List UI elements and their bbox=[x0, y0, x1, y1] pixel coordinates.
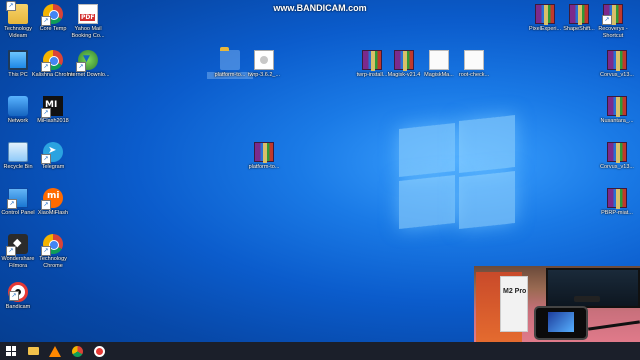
winrar-archive-icon bbox=[569, 4, 589, 25]
desktop-icon-label: root-check... bbox=[458, 72, 490, 78]
taskbar bbox=[0, 342, 640, 360]
core-temp-icon bbox=[41, 4, 63, 26]
network-icon bbox=[8, 96, 28, 116]
desktop-icon[interactable]: twrp-3.6.2_... bbox=[241, 50, 287, 79]
desktop-icon[interactable]: Corvus_v13... bbox=[594, 142, 640, 171]
desktop-icon[interactable]: XiaoMiFlash bbox=[30, 188, 76, 217]
winrar-archive-icon bbox=[607, 96, 627, 117]
monitor bbox=[546, 268, 640, 308]
pdf-icon bbox=[78, 4, 98, 24]
desktop[interactable]: www.BANDICAM.com Technology VideamCore T… bbox=[0, 0, 640, 342]
desktop-icon[interactable]: root-check... bbox=[451, 50, 497, 79]
folder-icon bbox=[6, 1, 28, 24]
desktop-icon[interactable]: Telegram bbox=[30, 142, 76, 171]
recycle-bin-icon bbox=[8, 142, 28, 162]
desktop-icon-label: Technology Chrome bbox=[39, 256, 67, 269]
phone-box-label: M2 Pro bbox=[503, 288, 527, 295]
file-explorer-taskbar-icon[interactable] bbox=[22, 342, 44, 360]
desktop-icon-label: twrp-3.6.2_... bbox=[247, 72, 281, 78]
desktop-icon-label: MiFlash2018 bbox=[37, 118, 69, 124]
winrar-archive-icon bbox=[394, 50, 414, 71]
windows-start-icon bbox=[6, 346, 16, 356]
file-icon bbox=[464, 50, 484, 70]
wondershare-icon bbox=[6, 234, 28, 256]
phone-box-front bbox=[500, 276, 528, 332]
xiaomi-icon bbox=[41, 188, 63, 210]
monitor-stand bbox=[574, 296, 600, 302]
desktop-icon-label: Yahoo Mail Booking Co... bbox=[71, 26, 105, 39]
chrome-taskbar-icon[interactable] bbox=[66, 342, 88, 360]
winrar-archive-icon bbox=[607, 142, 627, 163]
winrar-archive-icon bbox=[607, 188, 627, 209]
desktop-icon-label: platform-to... bbox=[248, 164, 280, 170]
desktop-icon-label: Nusantara_... bbox=[600, 118, 634, 124]
winrar-archive-icon bbox=[362, 50, 382, 71]
winrar-archive-icon bbox=[602, 4, 623, 25]
webcam-overlay: M2 Pro bbox=[474, 266, 640, 342]
chrome-icon bbox=[41, 50, 63, 72]
desktop-icon[interactable]: MiFlash2018 bbox=[30, 96, 76, 125]
vlc-icon bbox=[49, 345, 61, 357]
desktop-icon[interactable]: Bandicam bbox=[0, 282, 41, 311]
winrar-archive-icon bbox=[535, 4, 555, 25]
desktop-icon[interactable]: Corvus_v13... bbox=[594, 50, 640, 79]
desktop-icon[interactable]: Nusantara_... bbox=[594, 96, 640, 125]
desktop-icon-label: XiaoMiFlash bbox=[37, 210, 69, 216]
desktop-icon[interactable]: Internet Downlo... bbox=[65, 50, 111, 79]
folder-icon bbox=[220, 47, 240, 70]
vlc-taskbar-icon[interactable] bbox=[44, 342, 66, 360]
desktop-icon-label: Bandicam bbox=[5, 304, 31, 310]
winrar-archive-icon bbox=[607, 50, 627, 71]
phone-screen bbox=[548, 312, 574, 332]
windows-logo-wallpaper bbox=[385, 112, 525, 242]
desktop-icon[interactable]: PBRP-miat... bbox=[594, 188, 640, 217]
desktop-icon-label: Telegram bbox=[41, 164, 65, 170]
bandicam-taskbar-icon[interactable] bbox=[88, 342, 110, 360]
bandicam-icon bbox=[93, 345, 105, 357]
desktop-icon[interactable]: Recoverys - Shortcut bbox=[590, 4, 636, 39]
telegram-icon bbox=[41, 142, 63, 164]
desktop-icon-label: PBRP-miat... bbox=[601, 210, 633, 216]
idm-icon bbox=[76, 50, 98, 72]
file-explorer-icon bbox=[27, 347, 39, 355]
winrar-archive-icon bbox=[254, 142, 274, 163]
usb-cable bbox=[588, 320, 640, 331]
desktop-icon-label: Internet Downlo... bbox=[66, 72, 110, 78]
image-file-icon bbox=[254, 50, 274, 70]
desktop-icon[interactable]: Technology Chrome bbox=[30, 234, 76, 269]
chrome-icon bbox=[71, 345, 83, 357]
desktop-icon-label: Corvus_v13... bbox=[600, 164, 634, 170]
desktop-icon[interactable]: Yahoo Mail Booking Co... bbox=[65, 4, 111, 39]
this-pc-icon bbox=[8, 50, 28, 70]
file-icon bbox=[429, 50, 449, 70]
desktop-icon-label: Recoverys - Shortcut bbox=[598, 26, 628, 39]
chrome-icon bbox=[41, 234, 63, 256]
desktop-icon-label: Corvus_v13... bbox=[600, 72, 634, 78]
start-button[interactable] bbox=[0, 342, 22, 360]
control-panel-icon bbox=[7, 188, 28, 209]
bandicam-icon bbox=[8, 282, 28, 302]
mi-flash-icon bbox=[41, 96, 63, 118]
desktop-icon[interactable]: platform-to... bbox=[241, 142, 287, 171]
